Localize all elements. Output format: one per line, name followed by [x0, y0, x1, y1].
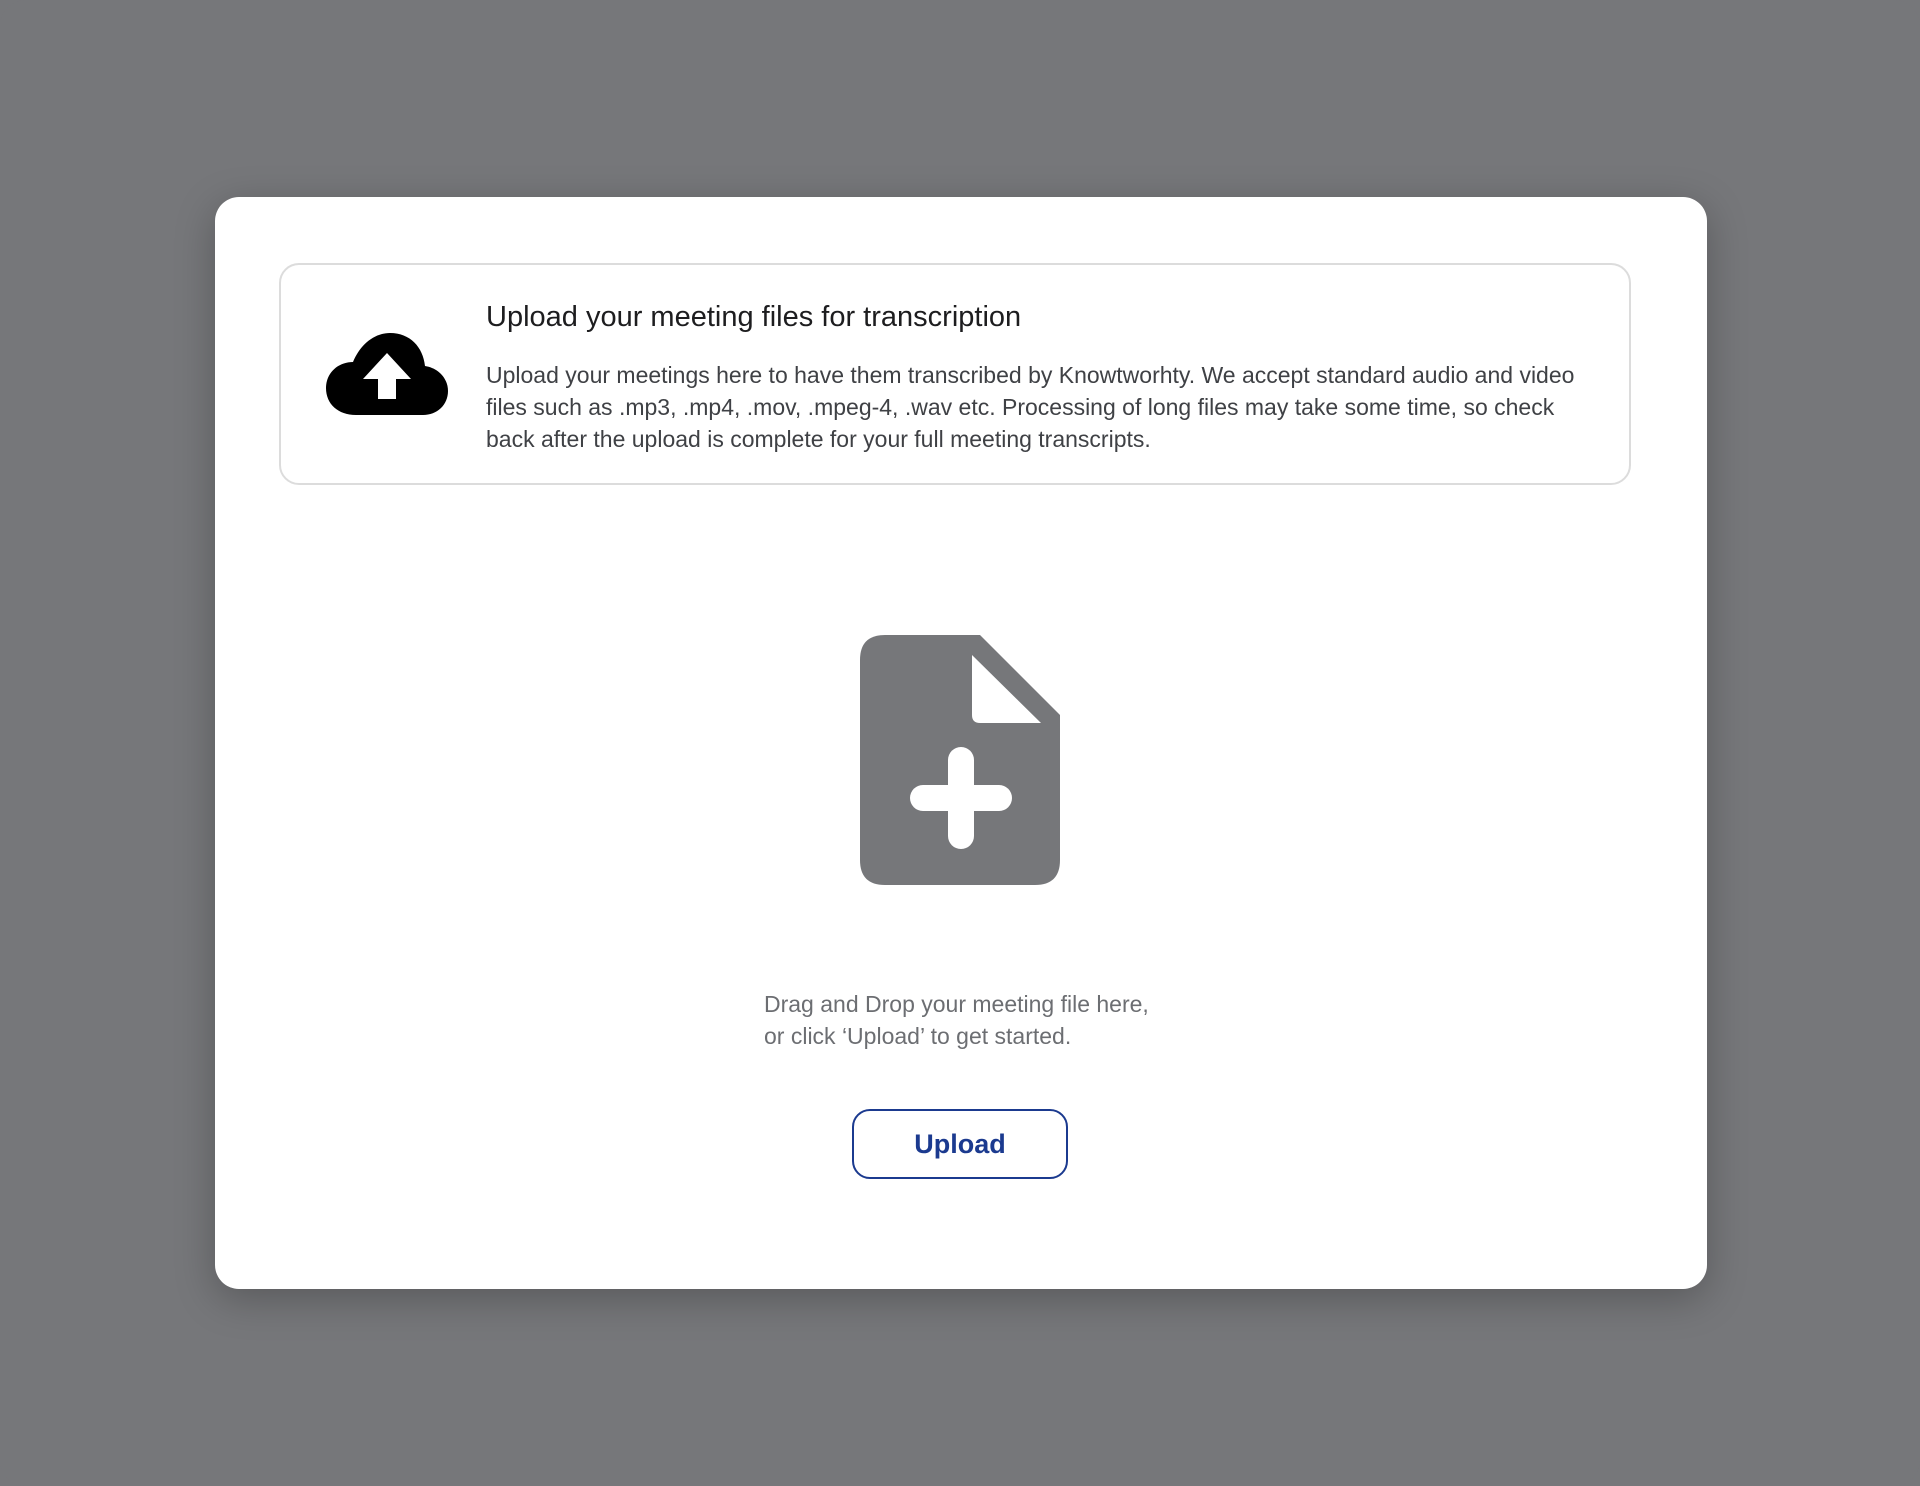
- upload-modal: Upload your meeting files for transcript…: [215, 197, 1707, 1289]
- drop-hint-line1: Drag and Drop your meeting file here,: [764, 991, 1149, 1017]
- cloud-upload-icon: [326, 333, 448, 415]
- info-card: Upload your meeting files for transcript…: [279, 263, 1631, 485]
- file-add-icon: [860, 635, 1060, 885]
- info-description: Upload your meetings here to have them t…: [486, 362, 1575, 452]
- backdrop-overlay: Upload your meeting files for transcript…: [0, 0, 1920, 1486]
- drop-hint-line2: or click ‘Upload’ to get started.: [764, 1023, 1072, 1049]
- upload-button[interactable]: Upload: [852, 1109, 1068, 1179]
- drop-hint: Drag and Drop your meeting file here, or…: [764, 988, 1149, 1052]
- info-title: Upload your meeting files for transcript…: [486, 301, 1022, 333]
